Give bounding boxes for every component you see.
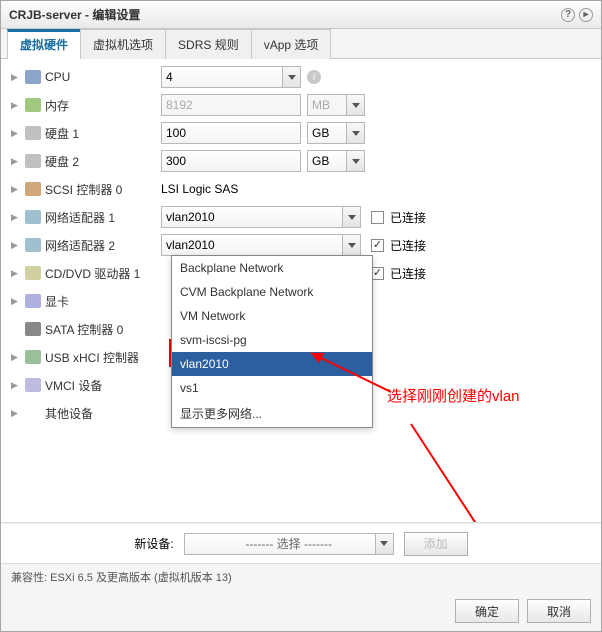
new-device-select[interactable]: ------- 选择 ------- <box>184 533 394 555</box>
dropdown-option-selected[interactable]: vlan2010 <box>172 352 372 376</box>
new-device-bar: 新设备: ------- 选择 ------- 添加 <box>1 523 601 563</box>
sata-icon <box>25 322 41 336</box>
dropdown-option[interactable]: VM Network <box>172 304 372 328</box>
nic1-connected-checkbox[interactable] <box>371 211 384 224</box>
vmci-label: VMCI 设备 <box>45 377 102 394</box>
row-nic1: ▶ 网络适配器 1 vlan2010 已连接 <box>1 203 601 231</box>
usb-icon <box>25 350 41 364</box>
annotation-text: 选择刚刚创建的vlan <box>387 385 520 406</box>
gpu-label: 显卡 <box>45 293 69 310</box>
dialog-titlebar: CRJB-server - 编辑设置 ? ▸ <box>1 1 601 29</box>
cpu-select[interactable]: 4 <box>161 66 301 88</box>
expand-toggle[interactable]: ▶ <box>11 268 21 279</box>
tab-vapp-options[interactable]: vApp 选项 <box>251 29 332 59</box>
dropdown-option[interactable]: vs1 <box>172 376 372 400</box>
tab-virtual-hardware[interactable]: 虚拟硬件 <box>7 29 81 59</box>
other-icon <box>25 406 41 420</box>
expand-toggle[interactable]: ▶ <box>11 380 21 391</box>
disk-icon <box>25 126 41 140</box>
dialog-footer: 确定 取消 <box>1 591 601 631</box>
tab-vm-options[interactable]: 虚拟机选项 <box>80 29 166 59</box>
expand-toggle[interactable]: ▶ <box>11 100 21 111</box>
cd-icon <box>25 266 41 280</box>
add-device-button[interactable]: 添加 <box>404 532 468 556</box>
nic2-network-select[interactable]: vlan2010 <box>161 234 361 256</box>
cpu-icon <box>25 70 41 84</box>
tab-bar: 虚拟硬件 虚拟机选项 SDRS 规则 vApp 选项 <box>1 29 601 59</box>
hdd2-label: 硬盘 2 <box>45 153 79 170</box>
memory-input[interactable]: 8192 <box>161 94 301 116</box>
annotation-arrow-ok <box>401 419 501 523</box>
hdd2-unit-select[interactable]: GB <box>307 150 365 172</box>
row-cpu: ▶ CPU 4 i <box>1 63 601 91</box>
hdd1-size-input[interactable]: 100 <box>161 122 301 144</box>
expand-toggle[interactable]: ▶ <box>11 240 21 251</box>
memory-icon <box>25 98 41 112</box>
cpu-label: CPU <box>45 70 70 84</box>
row-hdd1: ▶ 硬盘 1 100 GB <box>1 119 601 147</box>
nic2-label: 网络适配器 2 <box>45 237 115 254</box>
sata-label: SATA 控制器 0 <box>45 321 123 338</box>
disk-icon <box>25 154 41 168</box>
tab-sdrs-rules[interactable]: SDRS 规则 <box>165 29 252 59</box>
memory-unit-select[interactable]: MB <box>307 94 365 116</box>
dropdown-option[interactable]: 显示更多网络... <box>172 400 372 427</box>
row-scsi: ▶ SCSI 控制器 0 LSI Logic SAS <box>1 175 601 203</box>
dialog-title: CRJB-server - 编辑设置 <box>9 1 140 29</box>
expand-toggle[interactable]: ▶ <box>11 184 21 195</box>
nic-icon <box>25 210 41 224</box>
nic2-connected-label: 已连接 <box>390 237 426 254</box>
expand-toggle[interactable]: ▶ <box>11 352 21 363</box>
scsi-label: SCSI 控制器 0 <box>45 181 122 198</box>
other-label: 其他设备 <box>45 405 93 422</box>
hdd1-unit-select[interactable]: GB <box>307 122 365 144</box>
help-icon[interactable]: ? <box>561 8 575 22</box>
vmci-icon <box>25 378 41 392</box>
gpu-icon <box>25 294 41 308</box>
cd-label: CD/DVD 驱动器 1 <box>45 265 140 282</box>
nic2-connected-checkbox[interactable] <box>371 239 384 252</box>
new-device-label: 新设备: <box>134 535 173 552</box>
expand-toggle[interactable]: ▶ <box>11 72 21 83</box>
expand-toggle[interactable]: ▶ <box>11 408 21 419</box>
scsi-value: LSI Logic SAS <box>161 182 238 196</box>
row-memory: ▶ 内存 8192 MB <box>1 91 601 119</box>
dropdown-option[interactable]: Backplane Network <box>172 256 372 280</box>
expand-toggle[interactable]: ▶ <box>11 296 21 307</box>
hdd2-size-input[interactable]: 300 <box>161 150 301 172</box>
nic1-connected-label: 已连接 <box>390 209 426 226</box>
cancel-button[interactable]: 取消 <box>527 599 591 623</box>
row-hdd2: ▶ 硬盘 2 300 GB <box>1 147 601 175</box>
usb-label: USB xHCI 控制器 <box>45 349 139 366</box>
expand-icon[interactable]: ▸ <box>579 8 593 22</box>
nic-icon <box>25 238 41 252</box>
network-dropdown: Backplane Network CVM Backplane Network … <box>171 255 373 428</box>
dropdown-option[interactable]: CVM Backplane Network <box>172 280 372 304</box>
nic1-network-select[interactable]: vlan2010 <box>161 206 361 228</box>
expand-toggle[interactable]: ▶ <box>11 212 21 223</box>
ok-button[interactable]: 确定 <box>455 599 519 623</box>
info-icon[interactable]: i <box>307 70 321 84</box>
scsi-icon <box>25 182 41 196</box>
memory-label: 内存 <box>45 97 69 114</box>
nic1-label: 网络适配器 1 <box>45 209 115 226</box>
expand-toggle[interactable]: ▶ <box>11 156 21 167</box>
dropdown-option[interactable]: svm-iscsi-pg <box>172 328 372 352</box>
hdd1-label: 硬盘 1 <box>45 125 79 142</box>
compatibility-text: 兼容性: ESXi 6.5 及更高版本 (虚拟机版本 13) <box>1 563 601 591</box>
expand-toggle[interactable]: ▶ <box>11 128 21 139</box>
cd-connected-label: 已连接 <box>390 265 426 282</box>
